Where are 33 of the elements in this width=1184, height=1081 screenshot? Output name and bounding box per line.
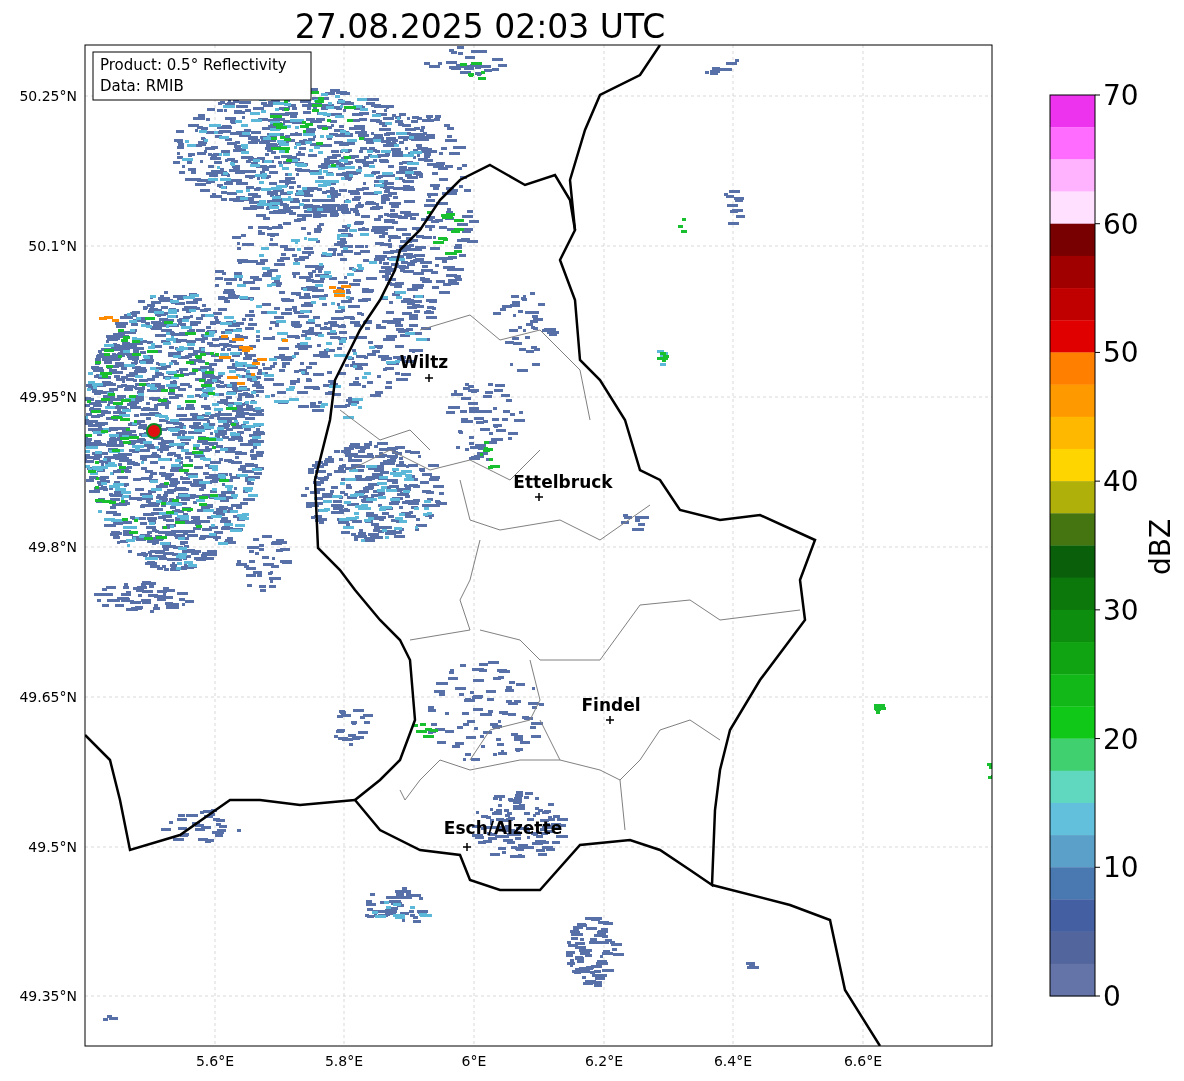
latitude-label: 50.25°N xyxy=(19,88,77,104)
latitude-label: 49.5°N xyxy=(28,839,77,855)
latitude-label: 50.1°N xyxy=(28,238,77,254)
colorbar-tick-label: 0 xyxy=(1103,980,1121,1013)
city-marker-icon xyxy=(534,492,544,502)
city-marker-icon xyxy=(605,715,615,725)
latitude-label: 49.35°N xyxy=(19,988,77,1004)
colorbar-tick-label: 50 xyxy=(1103,336,1139,370)
longitude-label: 5.8°E xyxy=(324,1053,364,1069)
longitude-label: 5.6°E xyxy=(195,1053,235,1069)
city-label: Findel xyxy=(581,695,641,715)
colorbar-tick-label: 30 xyxy=(1103,593,1139,627)
longitude-label: 6°E xyxy=(461,1053,487,1069)
colorbar-tick-label: 10 xyxy=(1103,851,1139,885)
city-marker-icon xyxy=(462,842,472,852)
radar-site-icon xyxy=(146,423,162,439)
city-label: Ettelbruck xyxy=(513,472,613,492)
colorbar-tick-label: 70 xyxy=(1103,79,1139,112)
chart-title: 27.08.2025 02:03 UTC xyxy=(294,7,666,46)
latitude-label: 49.65°N xyxy=(19,689,77,705)
longitude-label: 6.2°E xyxy=(584,1053,624,1069)
info-text: Product: 0.5° Reflectivity xyxy=(100,56,287,74)
city-label: Wiltz xyxy=(399,352,449,372)
longitude-label: 6.6°E xyxy=(843,1053,883,1069)
colorbar-label: dBZ xyxy=(1144,518,1177,576)
colorbar-tick-label: 40 xyxy=(1103,465,1139,499)
latitude-label: 49.95°N xyxy=(19,389,77,405)
latitude-label: 49.8°N xyxy=(28,539,77,555)
colorbar-tick-label: 20 xyxy=(1103,722,1139,756)
colorbar-tick-label: 60 xyxy=(1103,207,1139,241)
longitude-label: 6.4°E xyxy=(713,1053,753,1069)
city-marker-icon xyxy=(424,373,434,383)
info-text: Data: RMIB xyxy=(100,77,184,95)
